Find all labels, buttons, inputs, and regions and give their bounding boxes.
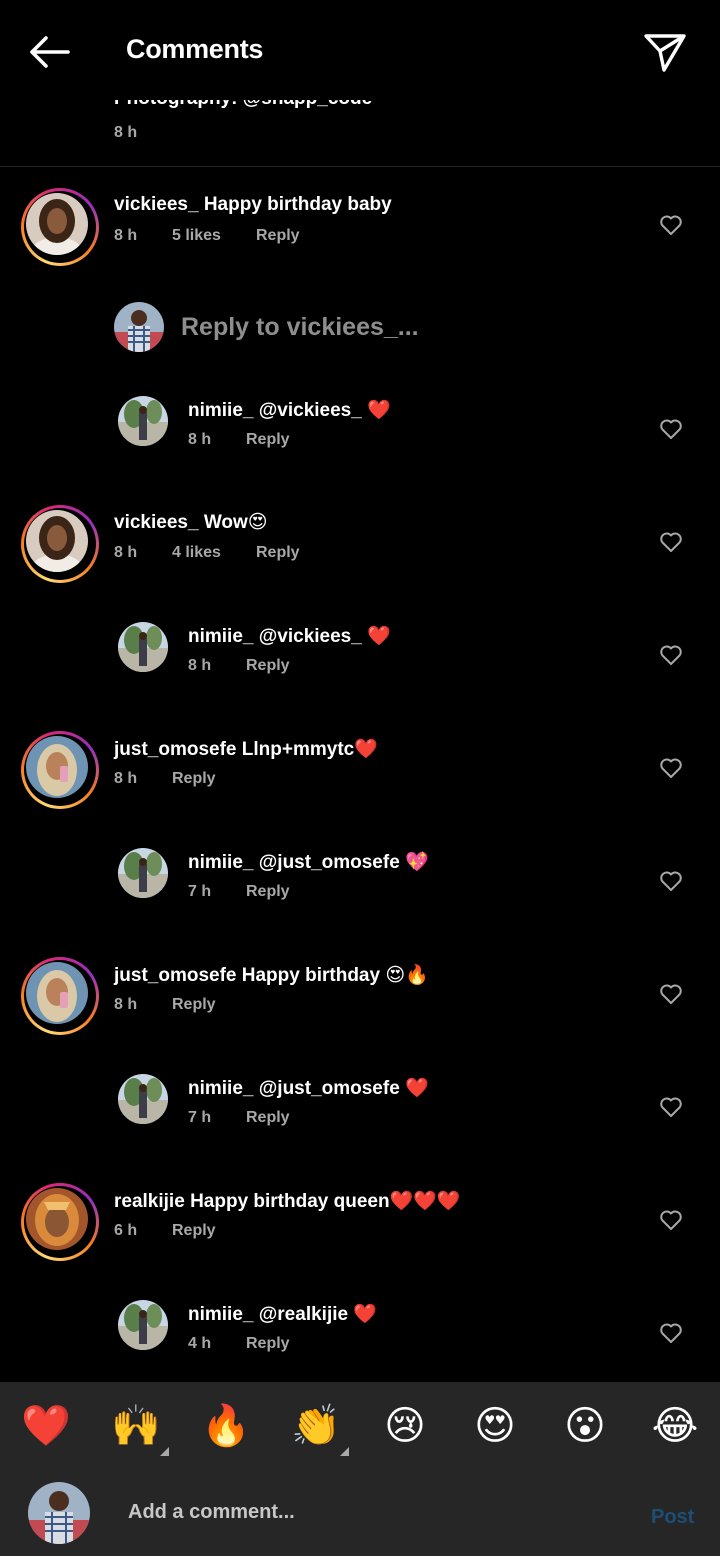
comment-time: 6 h <box>114 1222 138 1239</box>
arrow-left-icon <box>30 36 70 68</box>
comment-time: 8 h <box>114 770 138 787</box>
reply-button[interactable]: Reply <box>172 770 216 788</box>
comment-input[interactable] <box>126 1500 610 1525</box>
back-button[interactable] <box>24 30 74 74</box>
reply-item: nimiie_ @realkijie ❤️ 4 h Reply <box>0 1294 720 1384</box>
heart-icon[interactable] <box>659 644 683 666</box>
avatar[interactable] <box>21 731 99 809</box>
heart-icon[interactable] <box>659 1096 683 1118</box>
emoji-reaction-bar: ❤️ 🙌 🔥 👏 😢 😍 😮 😂 <box>0 1382 720 1470</box>
comment-username[interactable]: just_omosefe <box>114 739 236 760</box>
paper-plane-icon <box>644 34 686 72</box>
avatar <box>28 1482 90 1544</box>
divider <box>0 166 720 167</box>
heart-icon[interactable] <box>659 531 683 553</box>
reply-button[interactable]: Reply <box>256 544 300 562</box>
comment-text: Happy birthday 😍🔥 <box>241 965 429 986</box>
comment-time: 8 h <box>114 227 138 244</box>
reply-button[interactable]: Reply <box>246 657 290 675</box>
comment-likes[interactable]: 4 likes <box>172 544 221 562</box>
reply-button[interactable]: Reply <box>246 883 290 901</box>
heart-icon[interactable] <box>659 1209 683 1231</box>
clapping-hands-emoji[interactable]: 👏 <box>291 1402 349 1456</box>
avatar[interactable] <box>118 396 168 446</box>
comment-text: @just_omosefe ❤️ <box>258 1078 429 1099</box>
comment-time: 8 h <box>188 657 212 674</box>
avatar <box>114 302 164 352</box>
avatar[interactable] <box>118 848 168 898</box>
reply-button[interactable]: Reply <box>172 1222 216 1240</box>
comment-username[interactable]: nimiie_ <box>188 1304 253 1325</box>
comment-item: vickiees_ Wow😍 8 h 4 likes Reply <box>0 503 720 593</box>
reply-item: nimiie_ @vickiees_ ❤️ 8 h Reply <box>0 390 720 480</box>
comment-text: Llnp+mmytc❤️ <box>241 739 378 760</box>
avatar[interactable] <box>118 1074 168 1124</box>
surprised-face-emoji[interactable]: 😮 <box>561 1402 609 1450</box>
avatar[interactable] <box>21 505 99 583</box>
comment-text: Happy birthday queen❤️❤️❤️ <box>190 1191 461 1212</box>
comment-username[interactable]: vickiees_ <box>114 194 199 215</box>
heart-eyes-emoji[interactable]: 😍 <box>471 1402 519 1450</box>
comment-text: Happy birthday baby <box>203 194 392 215</box>
comment-time: 8 h <box>188 431 212 448</box>
comment-time: 8 h <box>114 544 138 561</box>
comment-text: @just_omosefe 💖 <box>258 852 429 873</box>
heart-emoji[interactable]: ❤️ <box>21 1402 71 1450</box>
reply-button[interactable]: Reply <box>246 431 290 449</box>
top-bar: Comments <box>0 0 720 100</box>
comment-item: just_omosefe Llnp+mmytc❤️ 8 h Reply <box>0 729 720 819</box>
avatar[interactable] <box>21 1183 99 1261</box>
post-button[interactable]: Post <box>651 1506 694 1529</box>
comment-composer: Post <box>0 1470 720 1556</box>
comment-username[interactable]: nimiie_ <box>188 400 253 421</box>
comment-time: 7 h <box>188 1109 212 1126</box>
heart-icon[interactable] <box>659 983 683 1005</box>
heart-icon[interactable] <box>659 757 683 779</box>
comment-username[interactable]: realkijie <box>114 1191 185 1212</box>
comment-time: 7 h <box>188 883 212 900</box>
heart-icon[interactable] <box>659 214 683 236</box>
comment-item: realkijie Happy birthday queen❤️❤️❤️ 6 h… <box>0 1181 720 1271</box>
laughing-emoji[interactable]: 😂 <box>651 1402 699 1450</box>
raised-hands-emoji[interactable]: 🙌 <box>111 1402 169 1456</box>
reply-to-text[interactable]: Reply to vickiees_... <box>181 313 419 342</box>
caption-timestamp: 8 h <box>114 124 138 141</box>
fire-emoji[interactable]: 🔥 <box>201 1402 251 1450</box>
comment-time: 4 h <box>188 1335 212 1352</box>
avatar[interactable] <box>118 622 168 672</box>
comment-time: 8 h <box>114 996 138 1013</box>
comment-username[interactable]: just_omosefe <box>114 965 236 986</box>
avatar[interactable] <box>118 1300 168 1350</box>
heart-icon[interactable] <box>659 418 683 440</box>
comment-item: just_omosefe Happy birthday 😍🔥 8 h Reply <box>0 955 720 1045</box>
reply-button[interactable]: Reply <box>246 1335 290 1353</box>
comment-username[interactable]: nimiie_ <box>188 852 253 873</box>
reply-item: nimiie_ @just_omosefe 💖 7 h Reply <box>0 842 720 932</box>
reply-button[interactable]: Reply <box>172 996 216 1014</box>
comment-text: @realkijie ❤️ <box>258 1304 378 1325</box>
comment-username[interactable]: nimiie_ <box>188 1078 253 1099</box>
comment-username[interactable]: vickiees_ <box>114 512 199 533</box>
avatar[interactable] <box>21 957 99 1035</box>
avatar[interactable] <box>21 188 99 266</box>
comment-username[interactable]: nimiie_ <box>188 626 253 647</box>
page-title: Comments <box>126 34 264 64</box>
heart-icon[interactable] <box>659 1322 683 1344</box>
reply-item: nimiie_ @vickiees_ ❤️ 8 h Reply <box>0 616 720 706</box>
comment-text: @vickiees_ ❤️ <box>258 626 391 647</box>
share-button[interactable] <box>640 28 690 76</box>
reply-button[interactable]: Reply <box>246 1109 290 1127</box>
reply-item: nimiie_ @just_omosefe ❤️ 7 h Reply <box>0 1068 720 1158</box>
comment-text: Wow😍 <box>203 512 268 533</box>
crying-face-emoji[interactable]: 😢 <box>381 1402 429 1450</box>
heart-icon[interactable] <box>659 870 683 892</box>
reply-button[interactable]: Reply <box>256 227 300 245</box>
comment-text: @vickiees_ ❤️ <box>258 400 391 421</box>
comment-likes[interactable]: 5 likes <box>172 227 221 245</box>
comment-item: vickiees_ Happy birthday baby 8 h 5 like… <box>0 186 720 276</box>
